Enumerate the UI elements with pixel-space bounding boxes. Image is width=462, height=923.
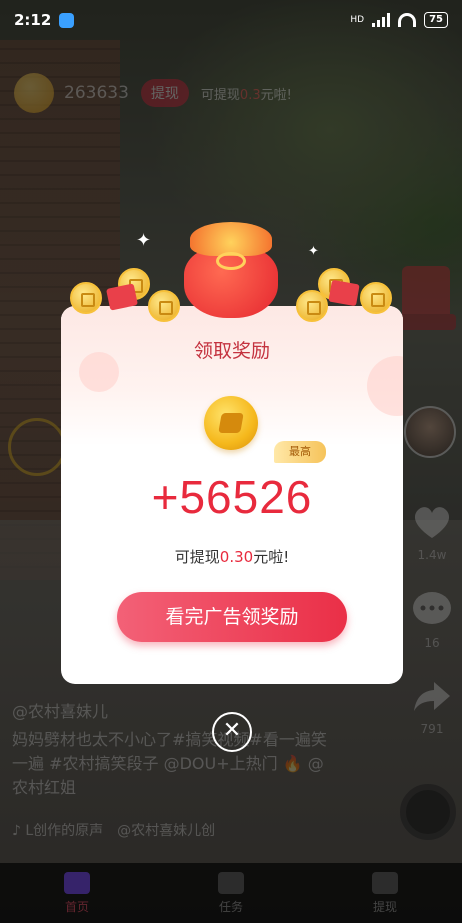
sparkle-icon: ✦	[308, 244, 319, 259]
max-badge: 最高	[274, 441, 326, 463]
gold-coin-icon	[204, 396, 258, 450]
coin-decor-icon	[360, 282, 392, 314]
status-time: 2:12	[14, 11, 52, 29]
reward-amount: +56526	[151, 471, 313, 523]
status-bar: 2:12 HD 75	[0, 0, 462, 40]
app-notification-icon	[59, 12, 75, 28]
reward-modal: 领取奖励 最高 +56526 可提现0.30元啦! 看完广告领奖励	[61, 306, 403, 684]
signal-icon	[372, 13, 391, 27]
network-type: HD	[350, 15, 365, 25]
watch-ad-button[interactable]: 看完广告领奖励	[117, 592, 347, 642]
lucky-bag-icon	[176, 222, 286, 318]
modal-withdraw-tip: 可提现0.30元啦!	[174, 548, 290, 566]
sparkle-icon: ✦	[136, 230, 152, 251]
wifi-icon	[398, 13, 417, 27]
battery-indicator: 75	[424, 12, 448, 28]
close-icon[interactable]: ✕	[212, 712, 252, 752]
modal-title: 领取奖励	[193, 340, 270, 362]
coin-decor-icon	[296, 290, 328, 322]
red-envelope-icon	[328, 279, 360, 307]
coin-decor-icon	[70, 282, 102, 314]
